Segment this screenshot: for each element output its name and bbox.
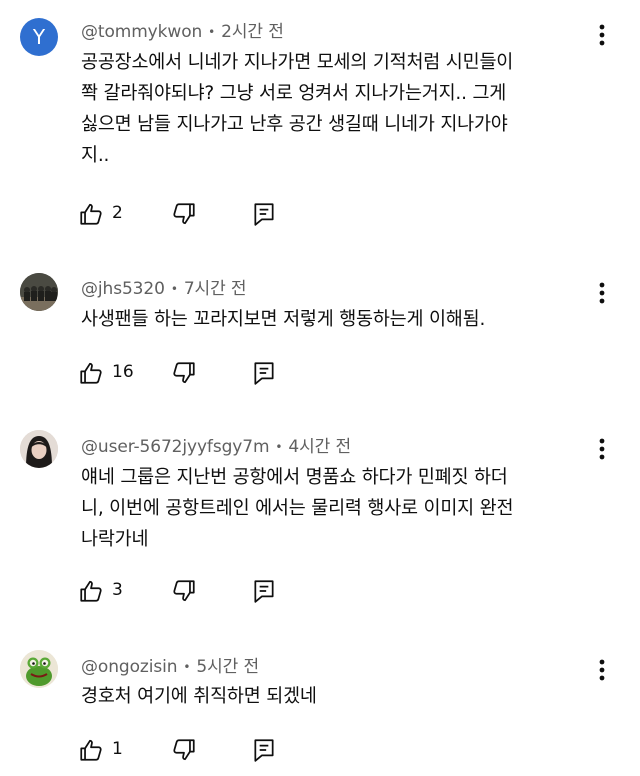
comment-actions: 16 bbox=[78, 360, 298, 386]
thumbs-up-icon bbox=[80, 739, 102, 761]
thumbs-up-icon bbox=[80, 580, 102, 602]
comment-author[interactable]: @jhs5320 bbox=[81, 279, 165, 299]
more-vert-icon[interactable] bbox=[592, 22, 612, 48]
thumbs-down-icon bbox=[173, 580, 195, 602]
dislike-button[interactable] bbox=[171, 201, 197, 231]
comment-time[interactable]: 4시간 전 bbox=[288, 437, 351, 457]
reply-button[interactable] bbox=[251, 201, 277, 231]
comment-line: 공공장소에서 니네가 지나가면 모세의 기적처럼 시민들이 bbox=[81, 52, 514, 73]
dislike-button[interactable] bbox=[171, 360, 197, 390]
avatar[interactable]: Y bbox=[20, 18, 58, 56]
like-button[interactable] bbox=[78, 201, 104, 231]
comment-item: @user-5672jyyfsgy7m • 4시간 전 얘네 그룹은 지난번 공항에… bbox=[0, 418, 640, 618]
comment-line: 얘네 그룹은 지난번 공항에서 명품쇼 하다가 민폐짓 하더 bbox=[81, 467, 508, 488]
like-button[interactable] bbox=[78, 578, 104, 608]
like-count: 1 bbox=[112, 739, 123, 759]
thumbs-down-icon bbox=[173, 203, 195, 225]
comment-item: @jhs5320 • 7시간 전 사생팬들 하는 꼬라지보면 저렇게 행동하는게 이… bbox=[0, 260, 640, 390]
like-button[interactable] bbox=[78, 737, 104, 767]
comment-time[interactable]: 2시간 전 bbox=[221, 22, 284, 42]
comment-line: 사생팬들 하는 꼬라지보면 저렇게 행동하는게 이해됨. bbox=[81, 309, 486, 330]
comment-meta: @user-5672jyyfsgy7m • 4시간 전 bbox=[81, 437, 352, 457]
kermit-frog-avatar[interactable] bbox=[20, 650, 58, 688]
more-vert-icon[interactable] bbox=[592, 436, 612, 462]
thumbs-up-icon bbox=[80, 203, 102, 225]
like-count: 3 bbox=[112, 580, 123, 600]
comment-time[interactable]: 7시간 전 bbox=[184, 279, 247, 299]
comment-actions: 1 bbox=[78, 737, 298, 763]
comment-line: 경호처 여기에 취직하면 되겠네 bbox=[81, 686, 317, 707]
reply-icon bbox=[254, 203, 274, 226]
comment-text: 경호처 여기에 취직하면 되겠네 bbox=[81, 681, 596, 712]
comment-author[interactable]: @ongozisin bbox=[81, 657, 177, 677]
dislike-button[interactable] bbox=[171, 737, 197, 767]
thumbs-down-icon bbox=[173, 739, 195, 761]
reply-button[interactable] bbox=[251, 737, 277, 767]
comment-actions: 3 bbox=[78, 578, 298, 604]
comment-author[interactable]: @tommykwon bbox=[81, 22, 202, 42]
reply-button[interactable] bbox=[251, 578, 277, 608]
comment-text: 얘네 그룹은 지난번 공항에서 명품쇼 하다가 민폐짓 하더 니, 이번에 공항… bbox=[81, 462, 596, 555]
comment-actions: 2 bbox=[78, 201, 298, 227]
like-button[interactable] bbox=[78, 360, 104, 390]
thumbs-up-icon bbox=[80, 362, 102, 384]
comment-item: @ongozisin • 5시간 전 경호처 여기에 취직하면 되겠네 1 bbox=[0, 638, 640, 776]
comment-author[interactable]: @user-5672jyyfsgy7m bbox=[81, 437, 270, 457]
more-vert-icon[interactable] bbox=[592, 657, 612, 683]
reply-icon bbox=[254, 362, 274, 385]
comment-time[interactable]: 5시간 전 bbox=[196, 657, 259, 677]
comment-text: 공공장소에서 니네가 지나가면 모세의 기적처럼 시민들이 쫙 갈라줘야되냐? … bbox=[81, 47, 596, 171]
group-photo-avatar[interactable] bbox=[20, 273, 58, 311]
dislike-button[interactable] bbox=[171, 578, 197, 608]
person-photo-avatar[interactable] bbox=[20, 430, 58, 468]
comment-line: 지.. bbox=[81, 145, 110, 166]
reply-button[interactable] bbox=[251, 360, 277, 390]
reply-icon bbox=[254, 580, 274, 603]
comment-meta: @ongozisin • 5시간 전 bbox=[81, 657, 259, 677]
comment-text: 사생팬들 하는 꼬라지보면 저렇게 행동하는게 이해됨. bbox=[81, 304, 596, 335]
comment-meta: @jhs5320 • 7시간 전 bbox=[81, 279, 247, 299]
reply-icon bbox=[254, 739, 274, 762]
comment-meta: @tommykwon • 2시간 전 bbox=[81, 22, 284, 42]
comment-line: 쫙 갈라줘야되냐? 그냥 서로 엉켜서 지나가는거지.. 그게 bbox=[81, 83, 507, 104]
comment-line: 싫으면 남들 지나가고 난후 공간 생길때 니네가 지나가야 bbox=[81, 114, 508, 135]
comment-item: Y @tommykwon • 2시간 전 공공장소에서 니네가 지나가면 모세의 기… bbox=[0, 0, 640, 232]
like-count: 2 bbox=[112, 203, 123, 223]
like-count: 16 bbox=[112, 362, 134, 382]
comment-line: 나락가네 bbox=[81, 529, 149, 550]
comment-line: 니, 이번에 공항트레인 에서는 물리력 행사로 이미지 완전 bbox=[81, 498, 514, 519]
thumbs-down-icon bbox=[173, 362, 195, 384]
more-vert-icon[interactable] bbox=[592, 280, 612, 306]
